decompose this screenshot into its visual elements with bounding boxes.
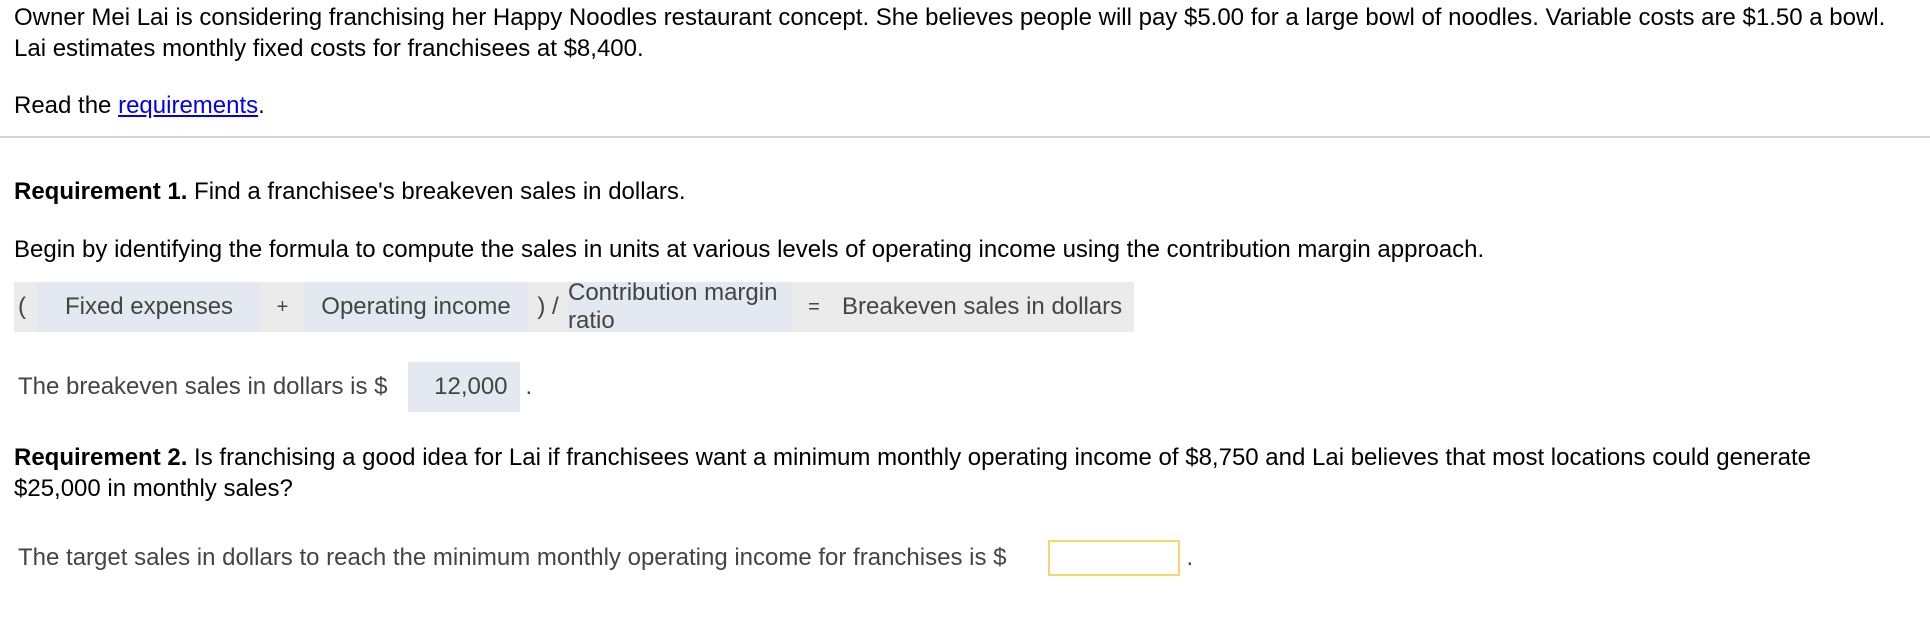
formula-slot-contribution-margin-ratio[interactable]: Contribution margin ratio [568, 279, 792, 334]
formula-instruction: Begin by identifying the formula to comp… [14, 236, 1485, 263]
open-paren: ( [18, 293, 26, 320]
section-divider [0, 136, 1930, 138]
formula-result-label: Breakeven sales in dollars [842, 293, 1123, 320]
requirement-1-label: Requirement 1. [14, 178, 188, 205]
close-paren-divide-operator: ) / [537, 293, 559, 320]
requirement-2-text: Is franchising a good idea for Lai if fr… [14, 444, 1811, 502]
equals-operator: = [808, 295, 820, 318]
target-sales-answer-line: The target sales in dollars to reach the… [18, 540, 1193, 576]
problem-intro: Owner Mei Lai is considering franchising… [14, 2, 1914, 64]
read-requirements-line: Read the requirements. [14, 90, 265, 121]
requirement-2-heading: Requirement 2. Is franchising a good ide… [14, 442, 1894, 504]
breakeven-answer-suffix: . [525, 373, 533, 400]
target-sales-input[interactable] [1048, 540, 1181, 576]
formula-row: ( Fixed expenses + Operating income ) / … [14, 279, 1135, 334]
requirement-1-heading: Requirement 1. Find a franchisee's break… [14, 176, 686, 207]
breakeven-answer-prefix: The breakeven sales in dollars is $ [18, 373, 388, 400]
breakeven-answer-line: The breakeven sales in dollars is $ 12,0… [18, 362, 532, 412]
read-prefix: Read the [14, 92, 119, 119]
requirements-link[interactable]: requirements [118, 92, 258, 119]
problem-statement: Owner Mei Lai is considering franchising… [14, 4, 1886, 62]
plus-operator: + [276, 295, 289, 318]
read-suffix: . [258, 92, 265, 119]
target-sales-suffix: . [1186, 544, 1194, 571]
target-sales-prefix: The target sales in dollars to reach the… [18, 544, 1007, 571]
requirement-2-label: Requirement 2. [14, 444, 188, 471]
formula-slot-operating-income[interactable]: Operating income [304, 282, 528, 332]
breakeven-answer-field[interactable]: 12,000 [407, 362, 520, 412]
formula-slot-fixed-expenses[interactable]: Fixed expenses [37, 282, 261, 332]
requirement-1-text: Find a franchisee's breakeven sales in d… [187, 178, 686, 205]
